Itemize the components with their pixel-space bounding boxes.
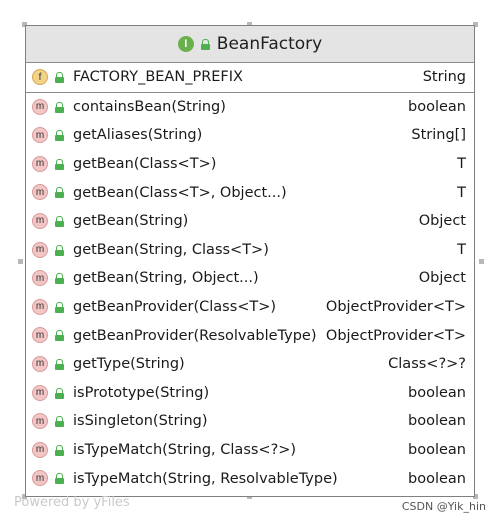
resize-handle-ml[interactable] [18, 259, 23, 264]
method-signature: getBean(String) [73, 213, 189, 230]
methods-section: m containsBean(String) boolean m getAliases(… [26, 93, 474, 493]
method-icon: m [32, 298, 48, 315]
method-row[interactable]: m containsBean(String) boolean [26, 93, 474, 122]
method-icon: m [32, 270, 48, 287]
public-lock-icon [54, 358, 65, 370]
method-row[interactable]: m getBean(Class<T>) T [26, 150, 474, 179]
method-signature: getBean(String, Object...) [73, 270, 259, 287]
method-row[interactable]: m isSingleton(String) boolean [26, 407, 474, 436]
public-lock-icon [54, 215, 65, 227]
field-icon: f [32, 69, 48, 85]
method-signature: isTypeMatch(String, ResolvableType) [73, 470, 338, 487]
public-lock-icon [54, 244, 65, 256]
method-icon: m [32, 241, 48, 258]
return-type: ObjectProvider<T> [325, 299, 466, 316]
public-lock-icon [54, 444, 65, 456]
method-signature: getType(String) [73, 356, 185, 373]
return-type: boolean [408, 98, 466, 115]
uml-class-box[interactable]: I BeanFactory f FACTORY_BEAN_PREFIX String… [25, 25, 475, 497]
watermark-csdn: CSDN @Yik_hin [401, 500, 486, 513]
method-icon: m [32, 384, 48, 401]
public-lock-icon [54, 473, 65, 485]
return-type: Object [418, 270, 466, 287]
method-icon: m [32, 327, 48, 344]
method-signature: containsBean(String) [73, 98, 226, 115]
public-lock-icon [54, 130, 65, 142]
method-row[interactable]: m getType(String) Class<?>? [26, 350, 474, 379]
method-icon: m [32, 155, 48, 172]
field-row[interactable]: f FACTORY_BEAN_PREFIX String [26, 63, 474, 92]
public-lock-icon [54, 330, 65, 342]
method-signature: isPrototype(String) [73, 384, 210, 401]
method-icon: m [32, 470, 48, 487]
fields-section: f FACTORY_BEAN_PREFIX String [26, 63, 474, 93]
public-lock-icon [200, 38, 211, 50]
public-lock-icon [54, 101, 65, 113]
return-type: boolean [408, 442, 466, 459]
method-signature: getBeanProvider(Class<T>) [73, 299, 277, 316]
return-type: ObjectProvider<T> [325, 327, 466, 344]
method-row[interactable]: m getBean(Class<T>, Object...) T [26, 178, 474, 207]
method-icon: m [32, 127, 48, 144]
resize-handle-mr[interactable] [479, 259, 484, 264]
field-type: String [422, 69, 466, 86]
method-signature: getBean(Class<T>) [73, 156, 217, 173]
method-row[interactable]: m getBeanProvider(ResolvableType) ObjectPr… [26, 321, 474, 350]
method-row[interactable]: m getBean(String, Class<T>) T [26, 236, 474, 265]
method-icon: m [32, 355, 48, 372]
public-lock-icon [54, 301, 65, 313]
return-type: boolean [408, 413, 466, 430]
method-icon: m [32, 441, 48, 458]
watermark-powered-by: Powered by yFiles [14, 495, 130, 510]
return-type: Class<?>? [388, 356, 466, 373]
return-type: String[] [411, 127, 466, 144]
method-signature: getAliases(String) [73, 127, 203, 144]
method-icon: m [32, 413, 48, 430]
method-row[interactable]: m getBean(String, Object...) Object [26, 264, 474, 293]
method-signature: getBean(Class<T>, Object...) [73, 184, 287, 201]
return-type: Object [418, 213, 466, 230]
method-icon: m [32, 98, 48, 115]
return-type: boolean [408, 470, 466, 487]
method-row[interactable]: m getBean(String) Object [26, 207, 474, 236]
method-signature: getBeanProvider(ResolvableType) [73, 327, 317, 344]
method-icon: m [32, 212, 48, 229]
return-type: T [457, 241, 466, 258]
public-lock-icon [54, 387, 65, 399]
class-name: BeanFactory [216, 34, 323, 54]
class-header: I BeanFactory [26, 26, 474, 63]
public-lock-icon [54, 187, 65, 199]
method-signature: isSingleton(String) [73, 413, 208, 430]
return-type: boolean [408, 384, 466, 401]
method-row[interactable]: m isTypeMatch(String, Class<?>) boolean [26, 436, 474, 465]
field-name: FACTORY_BEAN_PREFIX [73, 69, 243, 86]
method-row[interactable]: m getAliases(String) String[] [26, 121, 474, 150]
public-lock-icon [54, 273, 65, 285]
method-signature: getBean(String, Class<T>) [73, 241, 269, 258]
interface-icon: I [177, 36, 194, 52]
method-signature: isTypeMatch(String, Class<?>) [73, 442, 297, 459]
method-row[interactable]: m isTypeMatch(String, ResolvableType) bool… [26, 464, 474, 493]
return-type: T [457, 156, 466, 173]
method-icon: m [32, 184, 48, 201]
public-lock-icon [54, 158, 65, 170]
return-type: T [457, 184, 466, 201]
public-lock-icon [54, 72, 65, 83]
public-lock-icon [54, 416, 65, 428]
method-row[interactable]: m isPrototype(String) boolean [26, 379, 474, 408]
method-row[interactable]: m getBeanProvider(Class<T>) ObjectProvider… [26, 293, 474, 322]
